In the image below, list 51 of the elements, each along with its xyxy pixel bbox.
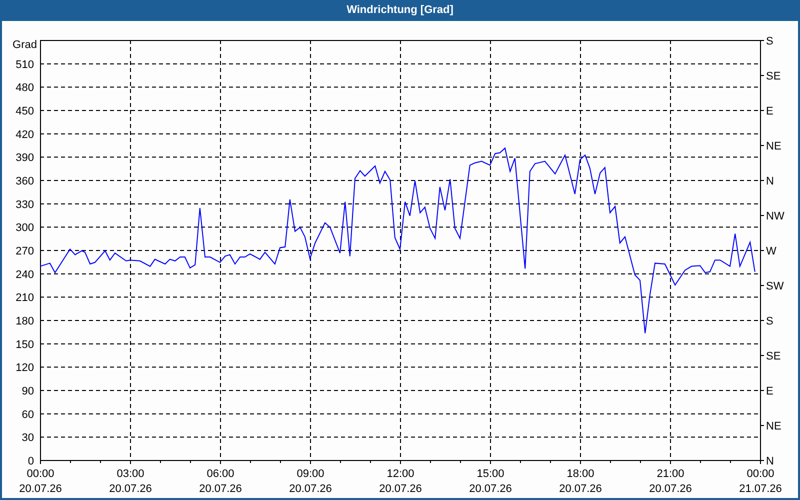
x-axis-date: 20.07.26 xyxy=(199,483,242,495)
y-axis-label: 480 xyxy=(16,82,34,94)
x-axis-date: 20.07.26 xyxy=(379,483,422,495)
y-axis-label: 240 xyxy=(16,268,34,281)
y-axis-label: 90 xyxy=(22,386,34,398)
compass-label: SE xyxy=(766,350,781,362)
compass-label: NE xyxy=(766,140,782,152)
x-axis-label: 06:00 xyxy=(206,468,234,480)
y-axis-title: Grad xyxy=(12,39,37,51)
compass-label: SE xyxy=(766,70,781,82)
y-axis-label: 0 xyxy=(28,456,34,468)
x-axis-label: 00:00 xyxy=(746,468,774,480)
y-axis-label: 270 xyxy=(16,246,34,258)
y-axis-label: 180 xyxy=(16,316,34,328)
x-axis-label: 15:00 xyxy=(476,468,504,480)
y-axis-label: 450 xyxy=(16,106,34,118)
compass-label: E xyxy=(766,106,774,118)
y-axis-label: 210 xyxy=(16,292,34,304)
y-axis-label: 390 xyxy=(16,152,34,164)
compass-label: N xyxy=(766,456,774,468)
x-axis-label: 09:00 xyxy=(296,468,324,480)
x-axis-date: 20.07.26 xyxy=(19,483,62,495)
compass-label: S xyxy=(766,36,774,48)
compass-label: NE xyxy=(766,420,782,432)
x-axis-label: 12:00 xyxy=(386,468,414,480)
x-axis-date: 20.07.26 xyxy=(289,483,332,495)
x-axis-date: 20.07.26 xyxy=(469,483,512,495)
y-axis-label: 120 xyxy=(16,362,34,374)
y-axis-label: 330 xyxy=(16,198,34,211)
compass-label: W xyxy=(766,246,776,258)
x-axis-date: 20.07.26 xyxy=(649,483,692,495)
compass-label: SW xyxy=(766,280,784,292)
y-axis-label: 30 xyxy=(22,432,34,444)
y-axis-label: 150 xyxy=(16,338,34,351)
x-axis-label: 18:00 xyxy=(566,468,594,480)
y-axis-label: 420 xyxy=(16,128,34,141)
x-axis-label: 21:00 xyxy=(656,468,684,480)
x-axis-date: 21.07.26 xyxy=(739,483,782,495)
x-axis-label: 00:00 xyxy=(26,468,54,480)
compass-label: N xyxy=(766,176,774,188)
y-axis-label: 360 xyxy=(16,176,34,188)
y-axis-label: 60 xyxy=(22,408,34,421)
compass-label: NW xyxy=(766,210,784,222)
compass-label: S xyxy=(766,316,774,328)
window-title: Windrichtung [Grad] xyxy=(346,3,454,18)
x-axis-label: 03:00 xyxy=(116,468,144,480)
y-axis-label: 510 xyxy=(16,58,34,71)
compass-label: E xyxy=(766,386,774,398)
x-axis-date: 20.07.26 xyxy=(559,483,602,495)
y-axis-label: 300 xyxy=(16,222,34,234)
x-axis-date: 20.07.26 xyxy=(109,483,152,495)
